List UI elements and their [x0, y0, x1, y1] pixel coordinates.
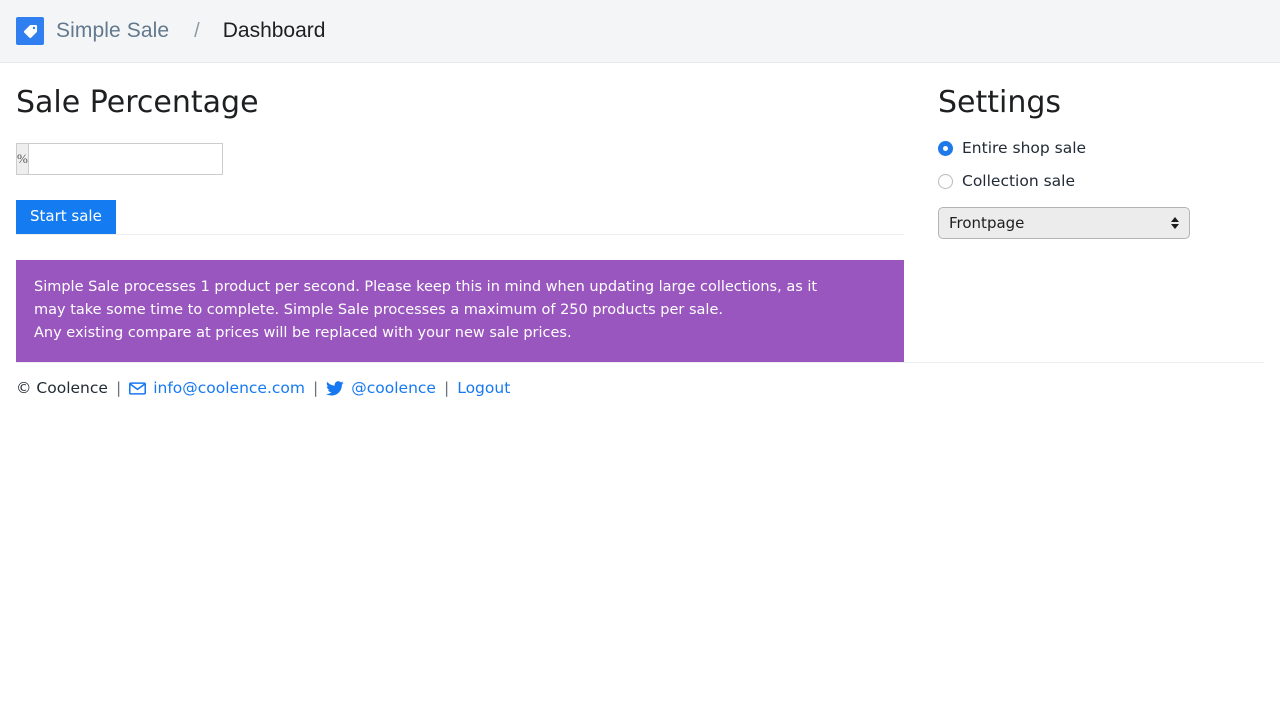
- alert-line-1: Simple Sale processes 1 product per seco…: [34, 276, 886, 299]
- twitter-handle-text: @coolence: [351, 381, 436, 397]
- logout-link[interactable]: Logout: [457, 381, 510, 397]
- page-content: Sale Percentage % Start sale Simple Sale…: [0, 63, 1280, 362]
- info-alert-banner: Simple Sale processes 1 product per seco…: [16, 260, 904, 362]
- breadcrumb-current-page: Dashboard: [223, 19, 326, 43]
- breadcrumb-separator: /: [194, 20, 200, 43]
- sale-percentage-panel: Sale Percentage % Start sale Simple Sale…: [16, 63, 904, 362]
- email-link[interactable]: info@coolence.com: [129, 381, 305, 397]
- breadcrumb: Simple Sale / Dashboard: [16, 17, 325, 45]
- radio-button-unselected-icon[interactable]: [938, 174, 953, 189]
- page-title: Sale Percentage: [16, 63, 904, 118]
- percent-symbol-addon: %: [16, 143, 28, 175]
- twitter-bird-icon: [326, 381, 344, 396]
- content-divider-top: [16, 234, 904, 235]
- price-tag-icon[interactable]: [16, 17, 44, 45]
- footer-separator-3: |: [444, 381, 449, 397]
- collection-select-value: Frontpage: [949, 216, 1169, 231]
- footer-separator-2: |: [313, 381, 318, 397]
- radio-button-selected-icon[interactable]: [938, 141, 953, 156]
- radio-entire-shop-sale[interactable]: Entire shop sale: [938, 141, 1264, 157]
- email-text: info@coolence.com: [153, 381, 305, 397]
- radio-label-collection-sale: Collection sale: [962, 174, 1075, 190]
- collection-select[interactable]: Frontpage: [938, 207, 1190, 239]
- envelope-icon: [129, 382, 146, 395]
- chevron-updown-icon: [1169, 217, 1181, 229]
- twitter-link[interactable]: @coolence: [326, 381, 436, 397]
- start-sale-button[interactable]: Start sale: [16, 200, 116, 234]
- alert-line-3: Any existing compare at prices will be r…: [34, 322, 886, 345]
- copyright-text: © Coolence: [16, 381, 108, 397]
- radio-label-entire-shop-sale: Entire shop sale: [962, 141, 1086, 157]
- footer-separator-1: |: [116, 381, 121, 397]
- breadcrumb-brand[interactable]: Simple Sale: [56, 19, 169, 43]
- sale-percentage-input[interactable]: [28, 143, 223, 175]
- footer: © Coolence | info@coolence.com | @coolen…: [16, 363, 1264, 397]
- settings-title: Settings: [938, 63, 1264, 118]
- percent-input-group: %: [16, 143, 128, 175]
- top-navigation-bar: Simple Sale / Dashboard: [0, 0, 1280, 63]
- radio-collection-sale[interactable]: Collection sale: [938, 174, 1264, 190]
- footer-region: © Coolence | info@coolence.com | @coolen…: [0, 362, 1280, 397]
- alert-line-2: may take some time to complete. Simple S…: [34, 299, 886, 322]
- settings-panel: Settings Entire shop sale Collection sal…: [904, 63, 1264, 239]
